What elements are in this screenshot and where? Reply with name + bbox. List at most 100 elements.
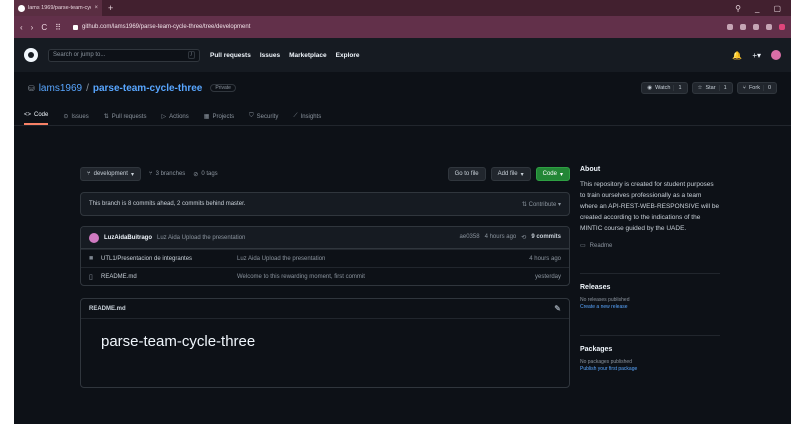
graph-icon: ⟋ — [293, 113, 298, 119]
add-file-button[interactable]: Add file ▾ — [490, 167, 531, 181]
search-shortcut-key: / — [187, 51, 195, 59]
tags-link[interactable]: ⊘ 0 tags — [193, 171, 217, 178]
extension-icon[interactable] — [727, 24, 733, 30]
file-commit-message[interactable]: Luz Aida Upload the presentation — [237, 256, 529, 262]
releases-title[interactable]: Releases — [580, 284, 720, 291]
releases-empty: No releases published — [580, 297, 630, 303]
readme-heading: parse-team-cycle-three — [101, 333, 256, 350]
browser-search-icon[interactable]: ⚲ — [735, 4, 741, 13]
pull-request-icon: ⇅ — [521, 201, 527, 208]
tab-projects[interactable]: ▦ Projects — [204, 113, 234, 125]
tab-actions[interactable]: ▷ Actions — [161, 113, 188, 125]
branches-link[interactable]: ⑂ 3 branches — [149, 171, 185, 177]
file-name[interactable]: UTL1/Presentacion de integrantes — [101, 256, 237, 262]
commit-count[interactable]: 9 commits — [531, 234, 561, 241]
branches-count: 3 branches — [155, 171, 186, 177]
address-bar[interactable]: github.com/lams1969/parse-team-cycle-thr… — [72, 24, 251, 30]
play-icon: ▷ — [161, 114, 167, 120]
create-new-icon[interactable]: +▾ — [752, 51, 761, 60]
readme-panel: README.md ✎ parse-team-cycle-three — [80, 298, 570, 388]
browser-tab[interactable]: lams 1969/parse-team-cycle-three × — [14, 0, 102, 16]
readme-filename[interactable]: README.md — [89, 306, 126, 312]
tab-pull-requests[interactable]: ⇅ Pull requests — [104, 113, 147, 125]
tab-label: Code — [34, 112, 49, 118]
chevron-down-icon: ▾ — [557, 201, 561, 208]
user-avatar[interactable] — [771, 50, 781, 60]
file-name[interactable]: README.md — [101, 274, 237, 280]
about-description: This repository is created for student p… — [580, 181, 720, 232]
code-label: Code — [542, 171, 557, 177]
notifications-bell-icon[interactable]: 🔔 — [732, 51, 742, 60]
tab-bar: lams 1969/parse-team-cycle-three × + ⚲ _… — [14, 0, 791, 16]
nav-issues[interactable]: Issues — [260, 52, 280, 59]
file-commit-message[interactable]: Welcome to this rewarding moment, first … — [237, 274, 535, 280]
star-label: Star — [705, 85, 716, 91]
publish-package-link[interactable]: Publish your first package — [580, 366, 720, 373]
tab-issues[interactable]: ⊙ Issues — [63, 113, 88, 125]
edit-pencil-icon[interactable]: ✎ — [554, 304, 561, 313]
tab-label: Insights — [300, 113, 322, 120]
tab-security[interactable]: ⛉ Security — [249, 113, 278, 125]
tags-count: 0 tags — [201, 170, 218, 177]
repo-owner-link[interactable]: lams1969 — [39, 83, 82, 94]
branch-status-text: This branch is 8 commits ahead, 2 commit… — [89, 201, 246, 207]
url-text: github.com/lams1969/parse-team-cycle-thr… — [81, 24, 251, 30]
reload-icon[interactable]: C — [41, 23, 47, 32]
commit-message[interactable]: Luz Aida Upload the presentation — [157, 235, 245, 241]
browser-toolbar: ‹ › C ⠿ github.com/lams1969/parse-team-c… — [14, 16, 791, 38]
fork-count: 0 — [762, 85, 771, 91]
visibility-badge: Private — [210, 84, 236, 92]
maximize-button[interactable]: ▢ — [773, 4, 781, 13]
repo-separator: / — [86, 82, 89, 94]
branch-status: This branch is 8 commits ahead, 2 commit… — [80, 192, 570, 216]
github-header: Search or jump to... / Pull requests Iss… — [14, 38, 791, 72]
branch-selector[interactable]: ⑂ development ▾ — [80, 167, 141, 181]
github-favicon-icon — [18, 4, 25, 12]
packages-empty: No packages published — [580, 359, 632, 365]
star-button[interactable]: ☆ Star 1 — [691, 82, 733, 94]
watch-button[interactable]: ◉ Watch 1 — [641, 82, 688, 94]
minimize-button[interactable]: _ — [755, 4, 759, 13]
forward-icon[interactable]: › — [31, 23, 34, 32]
extension-icon[interactable] — [779, 24, 785, 30]
commit-author[interactable]: LuzAidaBuitrago — [104, 235, 152, 241]
commit-author-avatar[interactable] — [89, 232, 99, 243]
file-row[interactable]: ▯ README.md Welcome to this rewarding mo… — [81, 267, 569, 285]
extension-icon[interactable] — [766, 24, 772, 30]
github-logo-icon[interactable] — [24, 48, 38, 62]
tab-code[interactable]: <> Code — [24, 112, 49, 125]
new-tab-button[interactable]: + — [108, 3, 113, 13]
code-icon: <> — [24, 112, 32, 118]
fork-button[interactable]: ⑂ Fork 0 — [736, 82, 777, 94]
readme-link[interactable]: ▭ Readme — [580, 242, 720, 250]
packages-section: Packages No packages published Publish y… — [580, 335, 720, 373]
search-input[interactable]: Search or jump to... / — [48, 48, 200, 62]
go-to-file-button[interactable]: Go to file — [447, 167, 486, 181]
extension-icon[interactable] — [753, 24, 759, 30]
extension-icon[interactable] — [740, 24, 746, 30]
nav-explore[interactable]: Explore — [336, 52, 360, 59]
nav-marketplace[interactable]: Marketplace — [289, 52, 327, 59]
back-icon[interactable]: ‹ — [20, 23, 23, 32]
code-button[interactable]: Code ▾ — [535, 167, 570, 181]
tab-insights[interactable]: ⟋ Insights — [293, 113, 321, 125]
repo-nav: <> Code ⊙ Issues ⇅ Pull requests ▷ Actio… — [14, 104, 791, 126]
top-nav: Pull requests Issues Marketplace Explore — [210, 52, 360, 59]
fork-label: Fork — [748, 85, 760, 91]
tab-close-icon[interactable]: × — [94, 5, 98, 11]
nav-pull-requests[interactable]: Pull requests — [210, 52, 251, 59]
packages-title[interactable]: Packages — [580, 346, 720, 353]
create-release-link[interactable]: Create a new release — [580, 304, 720, 311]
pull-request-icon: ⇅ — [103, 114, 109, 120]
watch-count: 1 — [673, 85, 682, 91]
watch-label: Watch — [655, 85, 671, 91]
contribute-label: Contribute — [528, 201, 557, 208]
file-row[interactable]: ■ UTL1/Presentacion de integrantes Luz A… — [81, 249, 569, 267]
apps-icon[interactable]: ⠿ — [55, 23, 61, 32]
commit-hash[interactable]: ae0358 — [460, 234, 480, 241]
repo-name-link[interactable]: parse-team-cycle-three — [93, 83, 203, 94]
eye-icon: ◉ — [647, 85, 653, 91]
tab-title: lams 1969/parse-team-cycle-three — [28, 5, 91, 11]
contribute-button[interactable]: ⇅ Contribute ▾ — [522, 201, 561, 208]
add-file-label: Add file — [497, 171, 518, 177]
